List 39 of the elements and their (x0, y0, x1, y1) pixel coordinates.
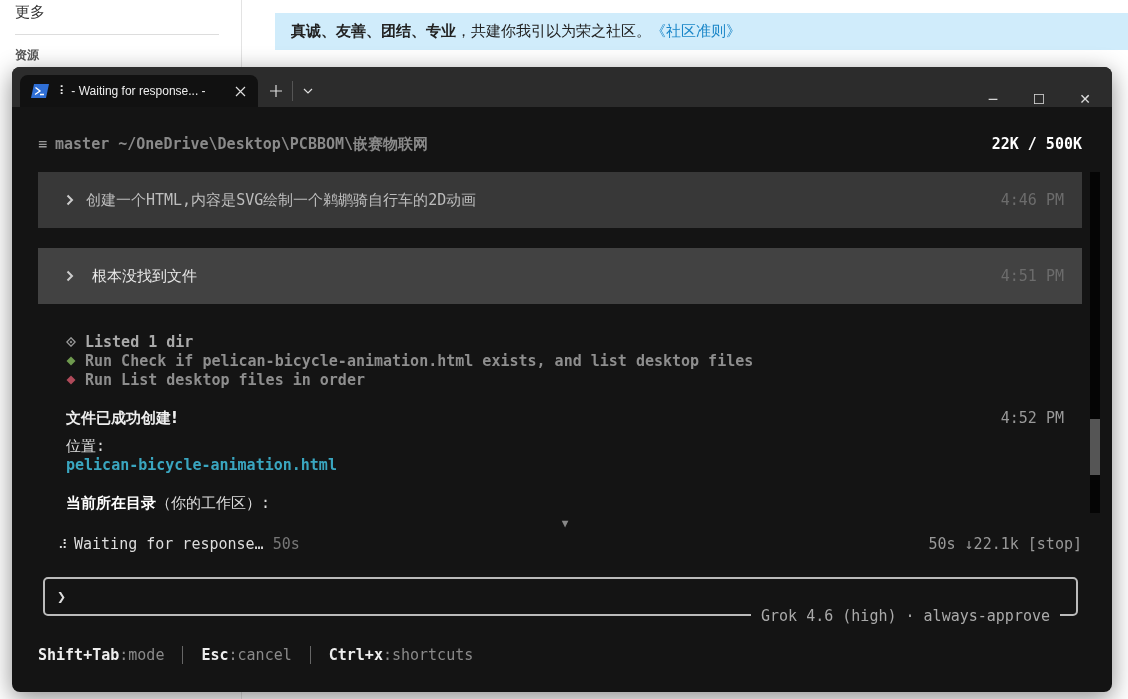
sidebar-item[interactable]: 更多 (15, 0, 241, 26)
token-usage: 22K / 500K (991, 135, 1082, 153)
shortcut-hint: Esc:cancel (201, 646, 292, 664)
window-control[interactable]: ☐ (1016, 91, 1062, 107)
tool-call-text: Run Check if pelican-bicycle-animation.html exists, and list desktop files (85, 351, 754, 370)
window-control[interactable]: ✕ (1062, 91, 1108, 107)
response-stats: 50s ↓22.1k [stop] (928, 535, 1082, 553)
sidebar-heading: 资源 (15, 47, 40, 64)
close-icon[interactable] (235, 85, 246, 97)
banner-text: 真诚、友善、团结、专业，共建你我引以为荣之社区。《社区准则》 (291, 22, 741, 41)
scroll-down-indicator[interactable]: ▼ (561, 516, 569, 530)
prompt-text: 根本没找到文件 (91, 266, 198, 286)
response-text: 当前所在目录（你的工作区）: (66, 494, 272, 513)
powershell-icon (31, 84, 49, 98)
response-text: 位置: (66, 437, 107, 456)
timestamp: 4:52 PM (1000, 409, 1064, 427)
spinner: ⠼ (58, 536, 68, 552)
status-text: Waiting for response… (74, 535, 264, 553)
chevron-icon (66, 194, 74, 206)
tool-call-text: Run List desktop files in order (85, 370, 365, 389)
working-directory: master ~/OneDrive\Desktop\PCBBOM\嵌赛物联网 (55, 134, 429, 154)
prompt-symbol: ❯ (57, 587, 67, 606)
window-control[interactable]: ─ (970, 91, 1016, 107)
elapsed-time: 50s (272, 535, 300, 553)
scrollbar[interactable] (1090, 172, 1100, 513)
prompt-text: 创建一个HTML,内容是SVG绘制一个鹈鹕骑自行车的2D动画 (86, 190, 478, 210)
tab-title: ⠇ - Waiting for response... - (59, 84, 207, 98)
response-heading: 文件已成功创建! (66, 408, 178, 428)
scrollbar-thumb[interactable] (1090, 419, 1100, 475)
shortcut-hint: Shift+Tab:mode (38, 646, 165, 664)
file-link[interactable]: pelican-bicycle-animation.html (66, 456, 1064, 475)
tool-call-text: Listed 1 dir (85, 332, 194, 351)
menu-icon[interactable]: ≡ (38, 135, 48, 153)
terminal-tab[interactable]: ⠇ - Waiting for response... - (20, 75, 258, 107)
model-label: Grok 4.6 (high) · always-approve (751, 607, 1060, 625)
shortcut-hint: Ctrl+x:shortcuts (328, 646, 474, 664)
chevron-icon (66, 270, 74, 282)
dropdown-icon[interactable] (303, 88, 313, 94)
new-tab-icon[interactable] (270, 85, 282, 97)
